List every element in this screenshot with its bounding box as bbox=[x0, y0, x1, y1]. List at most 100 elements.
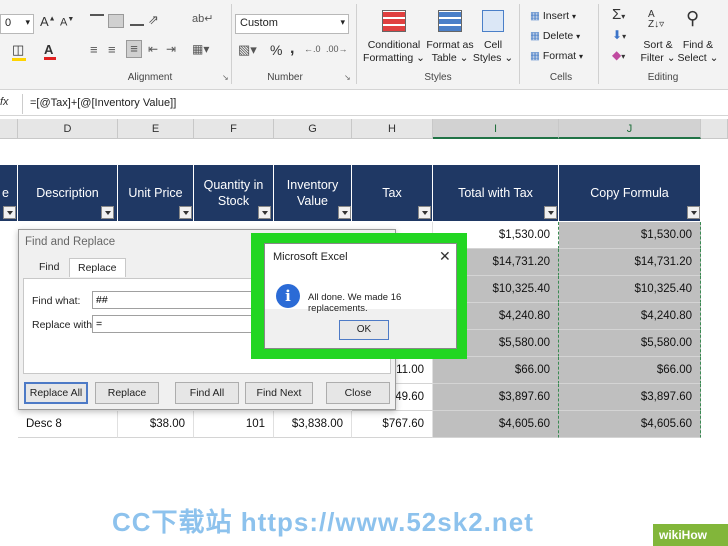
cell-copy[interactable]: $66.00 bbox=[559, 357, 701, 384]
currency-icon[interactable]: ▧▾ bbox=[238, 42, 257, 58]
editing-group-label: Editing bbox=[647, 72, 679, 83]
dialog-title: Find and Replace bbox=[25, 236, 116, 248]
fill-icon[interactable]: ⬇▾ bbox=[612, 28, 626, 42]
increase-indent-icon[interactable]: ⇥ bbox=[166, 42, 176, 56]
column-header-e[interactable]: E bbox=[118, 119, 194, 139]
cell-inventory[interactable]: $3,838.00 bbox=[274, 411, 352, 438]
filter-dropdown-button[interactable] bbox=[338, 206, 351, 219]
cell-total[interactable]: $4,605.60 bbox=[433, 411, 559, 438]
orientation-icon[interactable]: ⇗ bbox=[148, 12, 159, 28]
delete-icon: ▦ bbox=[530, 30, 540, 42]
header-copy-label: Copy Formula bbox=[590, 186, 669, 200]
format-button[interactable]: ▦ Format ▾ bbox=[530, 50, 583, 62]
close-button[interactable]: Close bbox=[326, 382, 390, 404]
decrease-indent-icon[interactable]: ⇤ bbox=[148, 42, 158, 56]
cell-tax[interactable]: $767.60 bbox=[352, 411, 433, 438]
filter-dropdown-button[interactable] bbox=[258, 206, 271, 219]
find-select-label-1: Find & bbox=[682, 39, 714, 51]
font-size-value: 0 bbox=[5, 17, 12, 29]
column-header-f[interactable]: F bbox=[194, 119, 274, 139]
align-right-icon[interactable]: ≡ bbox=[126, 40, 142, 58]
sort-filter-label-2: Filter ⌄ bbox=[640, 52, 676, 64]
filter-dropdown-button[interactable] bbox=[544, 206, 557, 219]
format-as-table-icon bbox=[438, 10, 462, 32]
dialog-launcher-icon[interactable]: ↘ bbox=[344, 73, 351, 82]
ok-button[interactable]: OK bbox=[339, 320, 389, 340]
cell-copy[interactable]: $10,325.40 bbox=[559, 276, 701, 303]
font-size-combo[interactable]: 0 ▾ bbox=[0, 14, 34, 34]
tab-replace[interactable]: Replace bbox=[69, 258, 126, 277]
cell-styles-button[interactable]: Cell Styles ⌄ bbox=[472, 39, 514, 65]
find-what-input[interactable]: ## bbox=[92, 291, 252, 309]
cell-total[interactable]: $3,897.60 bbox=[433, 384, 559, 411]
header-total-with-tax[interactable]: Total with Tax bbox=[433, 165, 559, 221]
conditional-formatting-button[interactable]: Conditional Formatting ⌄ bbox=[362, 39, 426, 65]
chevron-down-icon: ▾ bbox=[25, 17, 30, 27]
find-select-button[interactable]: Find & Select ⌄ bbox=[676, 39, 720, 65]
column-header-i[interactable]: I bbox=[433, 119, 559, 139]
cell-total[interactable]: $66.00 bbox=[433, 357, 559, 384]
fill-color-icon[interactable]: ◫ bbox=[12, 42, 26, 61]
dialog-launcher-icon[interactable]: ↘ bbox=[222, 73, 229, 82]
column-header-g[interactable]: G bbox=[274, 119, 352, 139]
cell-quantity[interactable]: 101 bbox=[194, 411, 274, 438]
separator bbox=[598, 4, 599, 84]
cell-unit-price[interactable]: $38.00 bbox=[118, 411, 194, 438]
align-left-icon[interactable]: ≡ bbox=[90, 42, 98, 57]
decrease-font-icon[interactable]: A▼ bbox=[60, 16, 74, 29]
percent-icon[interactable]: % bbox=[270, 42, 282, 58]
filter-dropdown-button[interactable] bbox=[179, 206, 192, 219]
align-middle-icon[interactable] bbox=[108, 14, 124, 28]
delete-button[interactable]: ▦ Delete ▾ bbox=[530, 30, 580, 42]
column-header-j[interactable]: J bbox=[559, 119, 701, 139]
number-format-combo[interactable]: Custom ▾ bbox=[235, 14, 349, 34]
align-top-icon[interactable] bbox=[90, 14, 104, 26]
cell-copy[interactable]: $14,731.20 bbox=[559, 249, 701, 276]
filter-dropdown-button[interactable] bbox=[418, 206, 431, 219]
font-color-icon[interactable]: A bbox=[44, 42, 56, 60]
find-next-button[interactable]: Find Next bbox=[245, 382, 313, 404]
cell-styles-icon bbox=[482, 10, 504, 32]
sort-filter-button[interactable]: Sort & Filter ⌄ bbox=[638, 39, 678, 65]
decrease-decimal-icon[interactable]: .00→ bbox=[326, 44, 348, 54]
wrap-text-icon[interactable]: ab↵ bbox=[192, 12, 213, 25]
clear-icon[interactable]: ◆▾ bbox=[612, 48, 625, 62]
align-bottom-icon[interactable] bbox=[130, 14, 144, 26]
tab-find[interactable]: Find bbox=[31, 258, 67, 276]
header-copy-formula[interactable]: Copy Formula bbox=[559, 165, 701, 221]
replace-all-button[interactable]: Replace All bbox=[24, 382, 88, 404]
filter-dropdown-button[interactable] bbox=[687, 206, 700, 219]
cell-copy[interactable]: $3,897.60 bbox=[559, 384, 701, 411]
increase-font-icon[interactable]: A▲ bbox=[40, 14, 56, 29]
table-row: Desc 8 $38.00 101 $3,838.00 $767.60 $4,6… bbox=[0, 411, 728, 438]
header-quantity-label-2: Stock bbox=[217, 194, 250, 208]
replace-button[interactable]: Replace bbox=[95, 382, 159, 404]
cell-copy[interactable]: $4,240.80 bbox=[559, 303, 701, 330]
cell-copy[interactable]: $1,530.00 bbox=[559, 222, 701, 249]
formula-input[interactable]: =[@Tax]+[@[Inventory Value]] bbox=[30, 97, 176, 109]
cell-copy[interactable]: $5,580.00 bbox=[559, 330, 701, 357]
autosum-icon[interactable]: Σ▾ bbox=[612, 6, 625, 23]
header-c-label: e bbox=[2, 186, 9, 200]
replace-with-input[interactable]: = bbox=[92, 315, 252, 333]
find-all-button[interactable]: Find All bbox=[175, 382, 239, 404]
cell-copy[interactable]: $4,605.60 bbox=[559, 411, 701, 438]
comma-icon[interactable]: , bbox=[290, 40, 294, 58]
column-header-h[interactable]: H bbox=[352, 119, 433, 139]
column-header-d[interactable]: D bbox=[18, 119, 118, 139]
align-center-icon[interactable]: ≡ bbox=[108, 42, 116, 57]
increase-decimal-icon[interactable]: ←.0 bbox=[304, 44, 321, 54]
merge-center-icon[interactable]: ▦▾ bbox=[192, 42, 209, 56]
format-as-table-button[interactable]: Format as Table ⌄ bbox=[424, 39, 476, 65]
replace-with-label: Replace with: bbox=[32, 319, 96, 331]
filter-dropdown-button[interactable] bbox=[101, 206, 114, 219]
filter-dropdown-button[interactable] bbox=[3, 206, 16, 219]
insert-button[interactable]: ▦ Insert ▾ bbox=[530, 10, 576, 22]
conditional-formatting-label-2: Formatting ⌄ bbox=[363, 52, 425, 64]
column-header-blank[interactable] bbox=[0, 119, 18, 139]
fx-icon[interactable]: fx bbox=[0, 96, 9, 108]
column-header-blank[interactable] bbox=[701, 119, 728, 139]
format-icon: ▦ bbox=[530, 50, 540, 62]
cell-description[interactable]: Desc 8 bbox=[18, 411, 118, 438]
close-icon[interactable]: ✕ bbox=[439, 248, 451, 265]
